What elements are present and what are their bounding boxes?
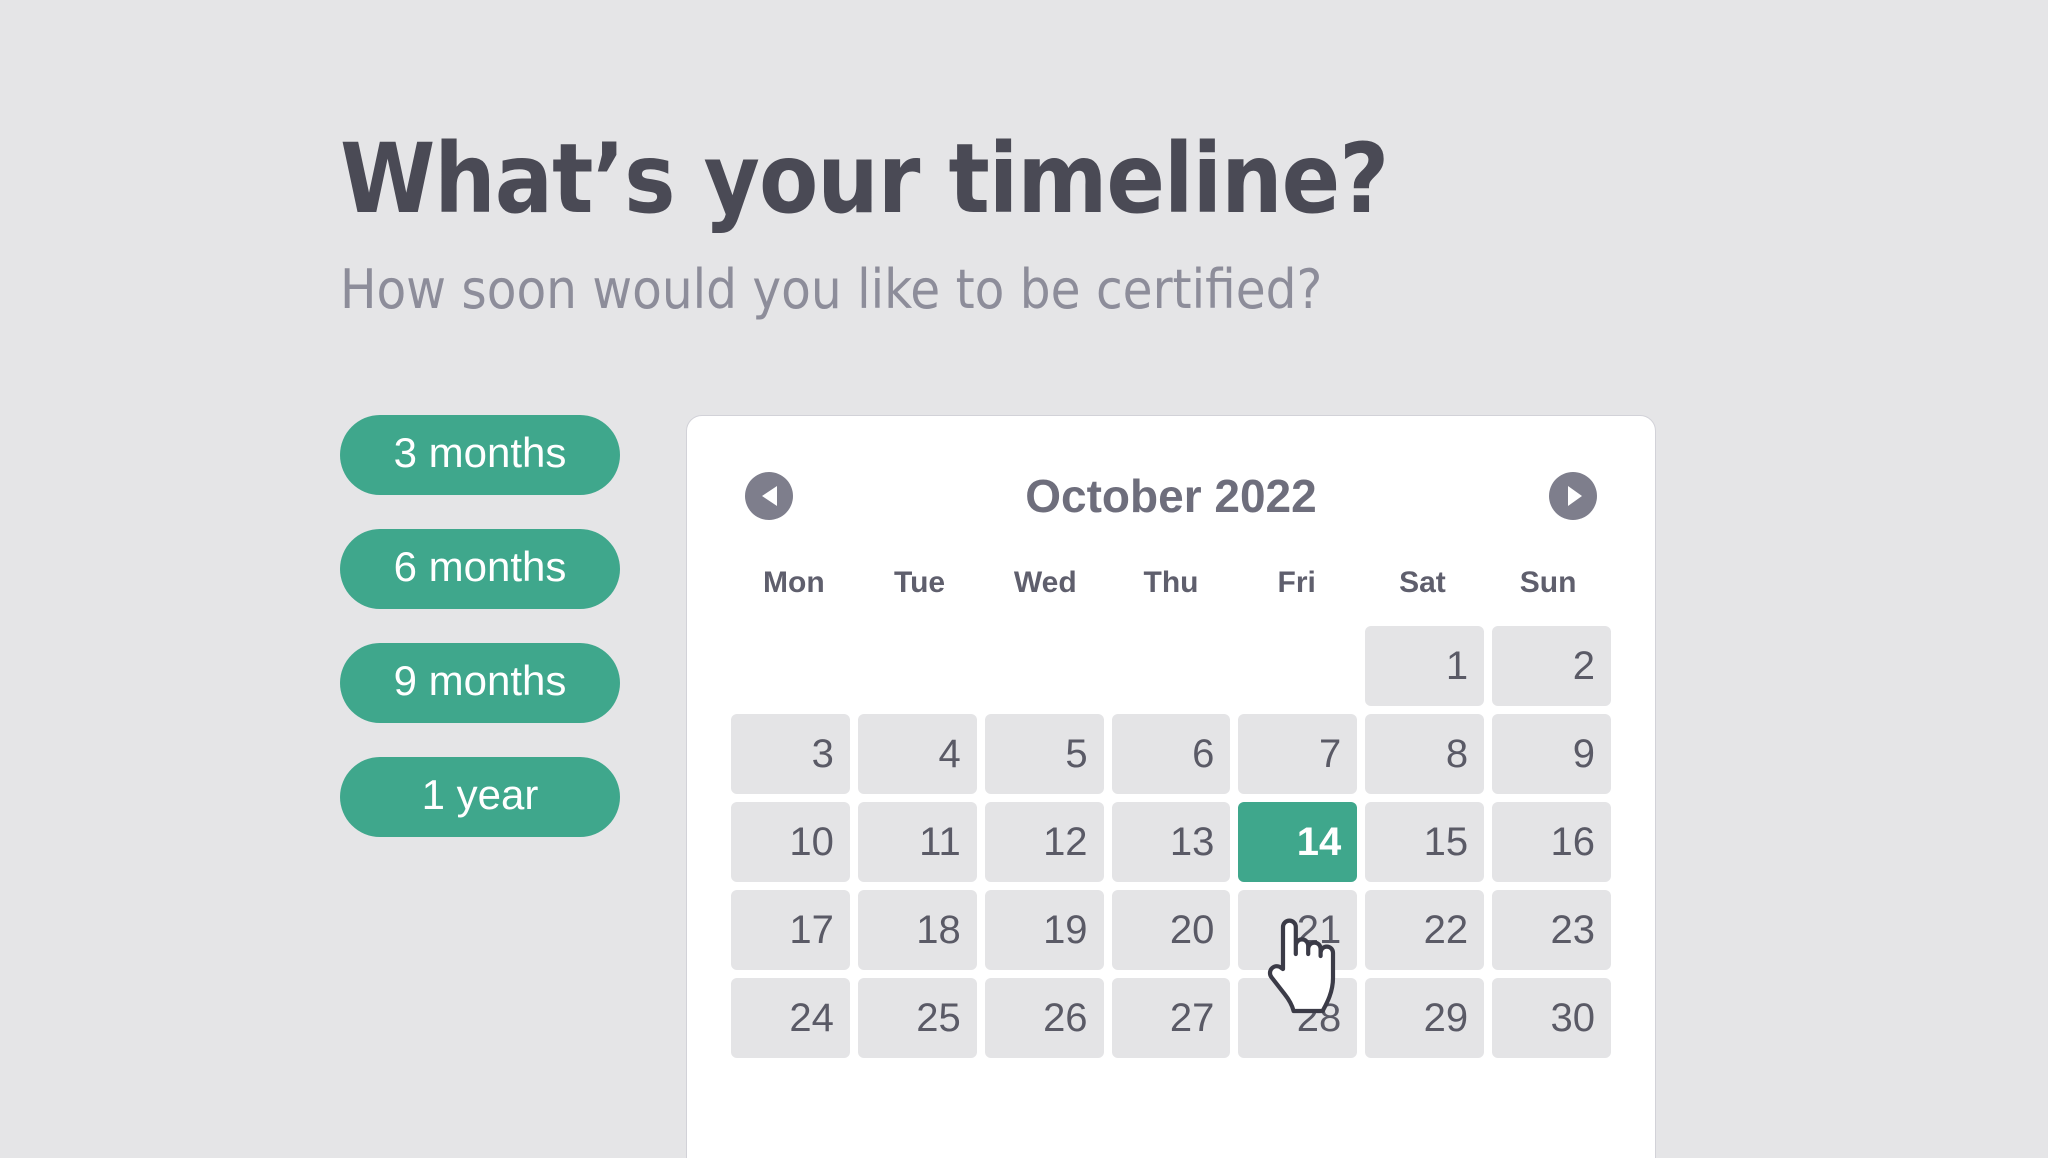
calendar-day-cell[interactable]: 4 xyxy=(857,714,977,794)
next-month-button[interactable] xyxy=(1548,472,1597,520)
page-heading: What’s your timeline? How soon would you… xyxy=(340,123,1640,322)
page-subtitle: How soon would you like to be certified? xyxy=(340,257,1323,321)
calendar-empty-cell xyxy=(1112,626,1231,706)
weekday-label-thu: Thu xyxy=(1143,566,1199,599)
calendar-day-cell[interactable]: 23 xyxy=(1492,890,1611,970)
timeline-option-9-months[interactable]: 9 months xyxy=(340,643,620,723)
calendar-day-cell[interactable]: 13 xyxy=(1111,802,1231,882)
weekday-label-mon: Mon xyxy=(763,566,825,599)
calendar-day-cell[interactable]: 22 xyxy=(1365,890,1485,970)
weekday-label-sat: Sat xyxy=(1399,566,1446,599)
weekday-header-row: Mon Tue Wed Thu Fri Sat Sun xyxy=(727,566,1615,600)
calendar-day-cell[interactable]: 16 xyxy=(1492,802,1611,882)
calendar-day-cell[interactable]: 6 xyxy=(1111,714,1231,794)
calendar-day-cell[interactable]: 20 xyxy=(1111,890,1231,970)
timeline-option-1-year[interactable]: 1 year xyxy=(340,757,620,837)
calendar-day-cell[interactable]: 1 xyxy=(1365,626,1485,706)
chevron-left-icon xyxy=(758,484,780,508)
calendar-day-selected[interactable]: 14 xyxy=(1238,802,1358,882)
calendar-day-cell[interactable]: 5 xyxy=(984,714,1104,794)
calendar-day-cell[interactable]: 27 xyxy=(1111,978,1231,1058)
calendar-day-grid: 1 2 3 4 5 6 7 8 9 10 11 12 13 14 15 16 17 18 19 20 21 22 23 24 2… xyxy=(727,626,1615,1058)
calendar-empty-cell xyxy=(858,626,977,706)
calendar-empty-cell xyxy=(1238,626,1357,706)
page-title: What’s your timeline? xyxy=(340,123,1389,235)
calendar-day-cell[interactable]: 18 xyxy=(857,890,977,970)
calendar-day-cell[interactable]: 7 xyxy=(1238,714,1358,794)
calendar-day-cell[interactable]: 17 xyxy=(731,890,850,970)
calendar-empty-cell xyxy=(985,626,1104,706)
calendar-day-cell[interactable]: 29 xyxy=(1365,978,1485,1058)
calendar-day-cell[interactable]: 26 xyxy=(984,978,1104,1058)
calendar-day-cell[interactable]: 11 xyxy=(857,802,977,882)
calendar-header: October 2022 xyxy=(727,464,1615,528)
chevron-right-icon xyxy=(1562,484,1584,508)
calendar-day-cell[interactable]: 10 xyxy=(731,802,850,882)
weekday-label-tue: Tue xyxy=(894,566,946,599)
calendar-day-cell[interactable]: 21 xyxy=(1238,890,1358,970)
calendar-day-cell[interactable]: 2 xyxy=(1492,626,1611,706)
calendar-day-cell[interactable]: 25 xyxy=(857,978,977,1058)
calendar-card: October 2022 Mon Tue Wed Thu Fri Sat Sun 12345… xyxy=(686,415,1656,1158)
prev-month-button[interactable] xyxy=(745,472,793,520)
weekday-label-sun: Sun xyxy=(1519,566,1577,599)
calendar-day-cell[interactable]: 3 xyxy=(731,714,850,794)
calendar-day-cell[interactable]: 8 xyxy=(1365,714,1485,794)
calendar-day-cell[interactable]: 12 xyxy=(984,802,1104,882)
weekday-label-fri: Fri xyxy=(1277,566,1316,599)
weekday-label-wed: Wed xyxy=(1013,566,1077,599)
calendar-empty-cell xyxy=(731,626,850,706)
calendar-day-cell[interactable]: 19 xyxy=(984,890,1104,970)
timeline-option-3-months[interactable]: 3 months xyxy=(340,415,620,495)
calendar-day-cell[interactable]: 30 xyxy=(1492,978,1611,1058)
calendar-day-cell[interactable]: 9 xyxy=(1492,714,1611,794)
calendar-day-cell[interactable]: 15 xyxy=(1365,802,1485,882)
calendar-day-cell[interactable]: 28 xyxy=(1238,978,1358,1058)
calendar-day-cell[interactable]: 24 xyxy=(731,978,850,1058)
timeline-option-6-months[interactable]: 6 months xyxy=(340,529,620,609)
timeline-options: 3 months 6 months 9 months 1 year xyxy=(340,415,620,837)
calendar-month-title: October 2022 xyxy=(1025,470,1317,522)
